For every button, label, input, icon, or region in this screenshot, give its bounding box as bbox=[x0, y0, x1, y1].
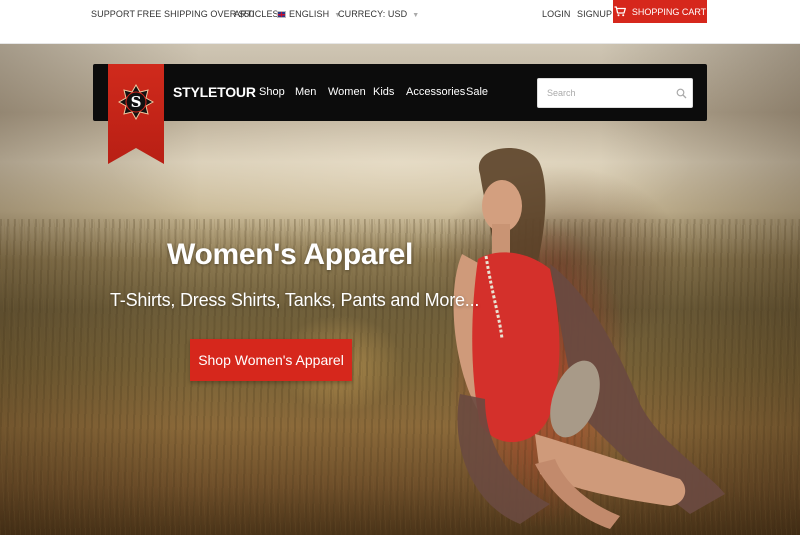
signup-link[interactable]: SIGNUP bbox=[577, 9, 612, 19]
language-label: ENGLISH bbox=[289, 9, 330, 19]
nav-item-kids[interactable]: Kids bbox=[373, 86, 394, 98]
nav-item-men[interactable]: Men bbox=[295, 86, 316, 98]
nav-item-women[interactable]: Women bbox=[328, 86, 366, 98]
hero-subtitle: T-Shirts, Dress Shirts, Tanks, Pants and… bbox=[110, 290, 480, 310]
model-photo bbox=[453, 147, 725, 529]
nav-item-accessories[interactable]: Accessories bbox=[406, 86, 465, 98]
brand-name[interactable]: STYLETOUR bbox=[173, 84, 256, 100]
logo-letter: S bbox=[130, 93, 142, 111]
uk-flag-icon bbox=[277, 11, 286, 18]
articles-link[interactable]: ARTICLES bbox=[234, 9, 279, 19]
search-input[interactable] bbox=[538, 79, 668, 107]
currency-label: CURRECY: USD bbox=[338, 9, 408, 19]
cart-label: SHOPPING CART bbox=[631, 6, 707, 17]
language-selector[interactable]: ENGLISH ▼ bbox=[277, 9, 341, 19]
caret-down-icon: ▼ bbox=[412, 12, 420, 19]
hero-title: Women's Apparel bbox=[167, 238, 414, 271]
shopping-cart-button[interactable]: SHOPPING CART bbox=[613, 0, 707, 23]
search-icon[interactable] bbox=[676, 88, 687, 99]
support-link[interactable]: SUPPORT bbox=[91, 9, 135, 19]
currency-selector[interactable]: CURRECY: USD ▼ bbox=[338, 9, 419, 19]
shop-womens-apparel-button[interactable]: Shop Women's Apparel bbox=[190, 339, 352, 381]
login-link[interactable]: LOGIN bbox=[542, 9, 571, 19]
nav-item-sale[interactable]: Sale bbox=[466, 86, 488, 98]
cart-icon bbox=[614, 6, 626, 17]
search-box bbox=[537, 78, 693, 108]
nav-item-shop[interactable]: Shop bbox=[259, 86, 285, 98]
top-utility-bar: SUPPORT FREE SHIPPING OVER $50 ARTICLES … bbox=[0, 0, 800, 44]
